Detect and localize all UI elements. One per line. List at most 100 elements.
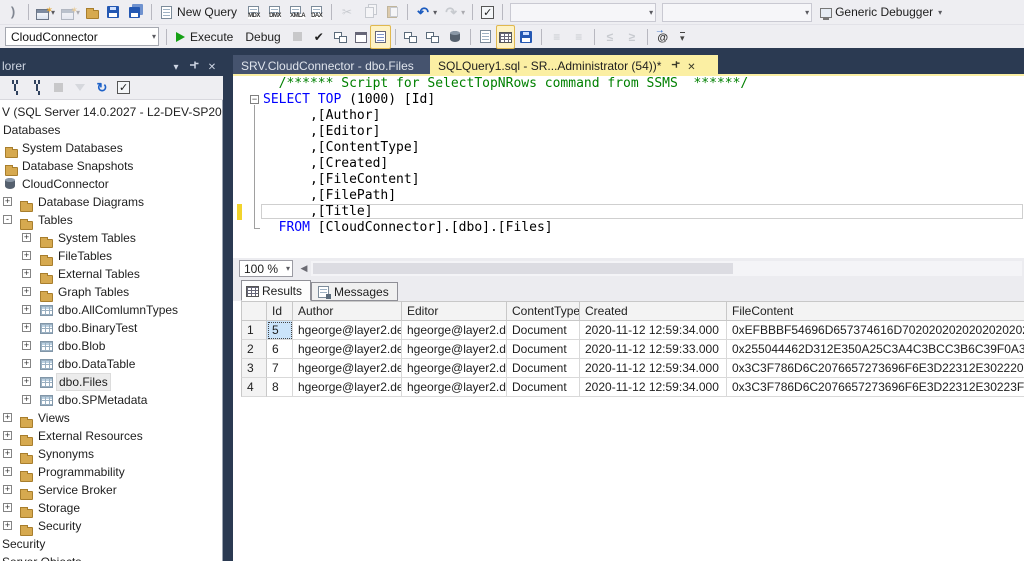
- tree-item-graph-tables[interactable]: +Graph Tables: [0, 283, 222, 301]
- grid-cell[interactable]: 0x3C3F786D6C2076657273696F6E3D22312E3022…: [727, 359, 1024, 378]
- results-to-file-button[interactable]: [515, 26, 537, 48]
- tree-item-server-objects[interactable]: Server Objects: [0, 553, 222, 561]
- tree-item-external-tables[interactable]: +External Tables: [0, 265, 222, 283]
- grid-cell[interactable]: hgeorge@layer2.de: [293, 359, 402, 378]
- toolbar-overflow-button[interactable]: [674, 26, 691, 48]
- tree-item-databases[interactable]: Databases: [0, 121, 222, 139]
- clipped-button[interactable]: [2, 1, 24, 23]
- close-icon[interactable]: [204, 58, 220, 74]
- new-dax-query-button[interactable]: DAX: [306, 1, 327, 23]
- column-header-editor[interactable]: Editor: [402, 301, 507, 321]
- live-query-stats-button[interactable]: [422, 26, 444, 48]
- grid-cell[interactable]: 2020-11-12 12:59:34.000: [580, 378, 727, 397]
- close-tab-icon[interactable]: [683, 58, 699, 74]
- tree-item-security[interactable]: +Security: [0, 517, 222, 535]
- parse-button[interactable]: [308, 26, 330, 48]
- grid-cell[interactable]: 0x255044462D312E350A25C3A4C3BCC3B6C39F0A…: [727, 340, 1024, 359]
- grid-cell[interactable]: 2020-11-12 12:59:34.000: [580, 359, 727, 378]
- tree-item-views[interactable]: +Views: [0, 409, 222, 427]
- results-to-text-button[interactable]: [475, 26, 496, 48]
- save-all-button[interactable]: [124, 1, 147, 23]
- column-header-filecontent[interactable]: FileContent: [727, 301, 1024, 321]
- grid-cell[interactable]: 2020-11-12 12:59:33.000: [580, 340, 727, 359]
- grid-cell[interactable]: 6: [267, 340, 293, 359]
- results-tab-messages[interactable]: Messages: [311, 282, 398, 301]
- query-options-button[interactable]: [352, 26, 370, 48]
- tree-item-service-broker[interactable]: +Service Broker: [0, 481, 222, 499]
- expand-icon[interactable]: +: [3, 413, 12, 422]
- expand-icon[interactable]: +: [3, 449, 12, 458]
- document-tab-2[interactable]: SQLQuery1.sql - SR...Administrator (54))…: [430, 55, 718, 76]
- disconnect-button[interactable]: [26, 77, 48, 99]
- grid-cell[interactable]: hgeorge@layer2.de: [293, 340, 402, 359]
- intellisense-toggle-button[interactable]: [370, 25, 391, 49]
- grid-cell[interactable]: 5: [267, 321, 293, 340]
- grid-corner-header[interactable]: [241, 301, 267, 321]
- toolbar-combo-1[interactable]: ▾: [510, 3, 656, 22]
- expand-icon[interactable]: +: [22, 269, 31, 278]
- tree-item-dbo-allcomlumntypes[interactable]: +dbo.AllComlumnTypes: [0, 301, 222, 319]
- tree-item-database-snapshots[interactable]: Database Snapshots: [0, 157, 222, 175]
- window-position-icon[interactable]: [168, 58, 184, 74]
- grid-cell[interactable]: Document: [507, 321, 580, 340]
- undo-button[interactable]: ▾: [412, 1, 440, 23]
- expand-icon[interactable]: +: [3, 503, 12, 512]
- activity-monitor-button[interactable]: [113, 77, 134, 99]
- debug-button[interactable]: Debug: [239, 26, 286, 48]
- collapse-icon[interactable]: -: [3, 215, 12, 224]
- hscroll-thumb[interactable]: [313, 263, 733, 274]
- expand-icon[interactable]: +: [22, 323, 31, 332]
- hscroll-track[interactable]: [311, 261, 1022, 276]
- add-new-item-button[interactable]: ▾: [33, 1, 58, 23]
- tree-item-system-tables[interactable]: +System Tables: [0, 229, 222, 247]
- tree-item-programmability[interactable]: +Programmability: [0, 463, 222, 481]
- toolbar-combo-2[interactable]: ▾: [662, 3, 812, 22]
- column-header-id[interactable]: Id: [267, 301, 293, 321]
- execute-button[interactable]: Execute: [171, 26, 239, 48]
- tree-item-filetables[interactable]: +FileTables: [0, 247, 222, 265]
- tree-item-security[interactable]: Security: [0, 535, 222, 553]
- tree-item-dbo-files[interactable]: +dbo.Files: [0, 373, 222, 391]
- available-databases-combo[interactable]: CloudConnector▾: [5, 27, 159, 46]
- row-header[interactable]: 1: [241, 321, 267, 340]
- pin-icon[interactable]: [667, 58, 683, 74]
- row-header[interactable]: 3: [241, 359, 267, 378]
- row-header[interactable]: 4: [241, 378, 267, 397]
- tree-item-cloudconnector[interactable]: CloudConnector: [0, 175, 222, 193]
- column-header-author[interactable]: Author: [293, 301, 402, 321]
- save-button[interactable]: [102, 1, 124, 23]
- expand-icon[interactable]: +: [22, 251, 31, 260]
- collapse-region-icon[interactable]: −: [250, 95, 259, 104]
- sql-editor[interactable]: /****** Script for SelectTopNRows comman…: [233, 76, 1024, 258]
- tree-item-synonyms[interactable]: +Synonyms: [0, 445, 222, 463]
- expand-icon[interactable]: +: [22, 395, 31, 404]
- expand-icon[interactable]: +: [3, 197, 12, 206]
- tree-item-database-diagrams[interactable]: +Database Diagrams: [0, 193, 222, 211]
- open-file-button[interactable]: [83, 1, 102, 23]
- tree-item-dbo-binarytest[interactable]: +dbo.BinaryTest: [0, 319, 222, 337]
- tree-item-system-databases[interactable]: System Databases: [0, 139, 222, 157]
- column-header-contenttype[interactable]: ContentType: [507, 301, 580, 321]
- new-query-button[interactable]: New Query: [156, 1, 243, 23]
- tree-item-dbo-datatable[interactable]: +dbo.DataTable: [0, 355, 222, 373]
- estimated-plan-button[interactable]: [330, 26, 352, 48]
- tree-item-v-sql-server-14-0-2027-l2-dev-[interactable]: V (SQL Server 14.0.2027 - L2-DEV-SP2016\…: [0, 103, 222, 121]
- grid-cell[interactable]: hgeorge@layer2.de: [402, 359, 507, 378]
- expand-icon[interactable]: +: [3, 431, 12, 440]
- expand-icon[interactable]: +: [22, 305, 31, 314]
- grid-cell[interactable]: hgeorge@layer2.de: [293, 321, 402, 340]
- new-xmla-query-button[interactable]: XMLA: [285, 1, 306, 23]
- expand-icon[interactable]: +: [22, 233, 31, 242]
- grid-cell[interactable]: Document: [507, 340, 580, 359]
- grid-cell[interactable]: Document: [507, 378, 580, 397]
- client-statistics-button[interactable]: [444, 26, 466, 48]
- grid-cell[interactable]: 7: [267, 359, 293, 378]
- grid-cell[interactable]: 8: [267, 378, 293, 397]
- grid-cell[interactable]: hgeorge@layer2.de: [402, 378, 507, 397]
- generic-debugger-combo[interactable]: Generic Debugger▾: [815, 1, 947, 23]
- grid-cell[interactable]: hgeorge@layer2.de: [402, 321, 507, 340]
- grid-cell[interactable]: hgeorge@layer2.de: [293, 378, 402, 397]
- document-tab-1[interactable]: SRV.CloudConnector - dbo.Files: [233, 55, 430, 76]
- tree-item-storage[interactable]: +Storage: [0, 499, 222, 517]
- results-to-grid-button[interactable]: [496, 25, 515, 49]
